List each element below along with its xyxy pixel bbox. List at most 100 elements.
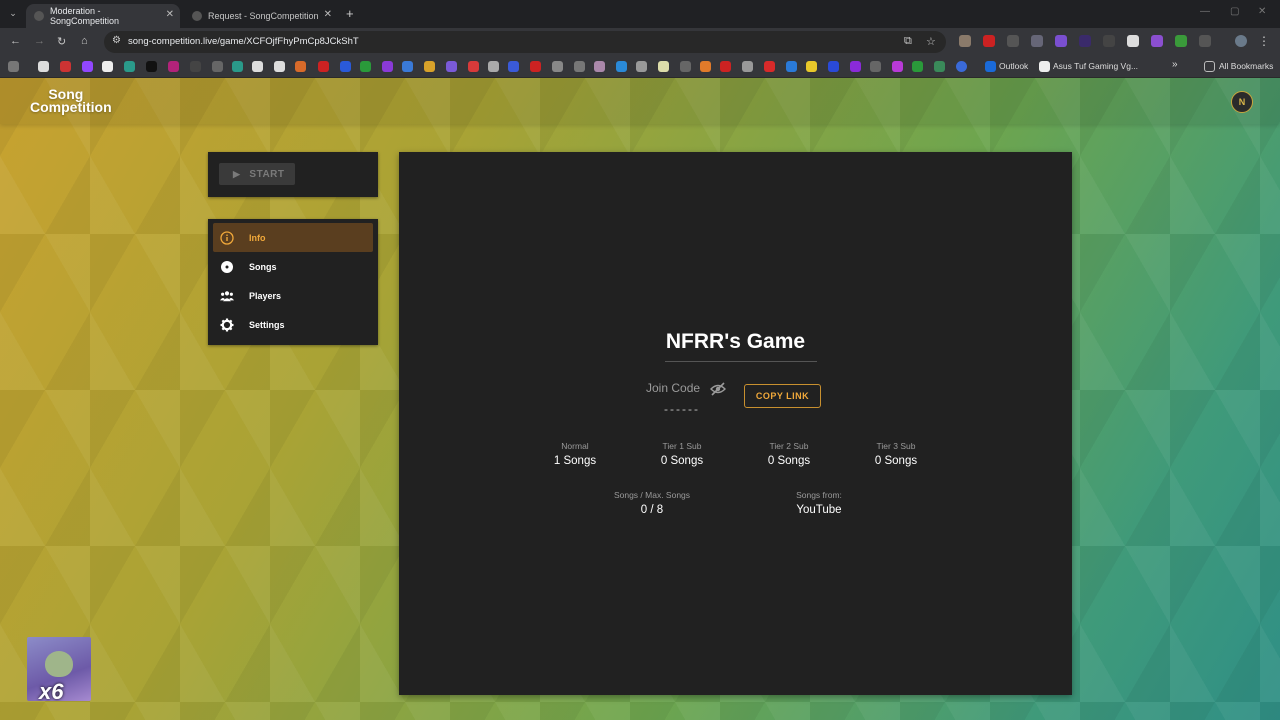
stat-value: 0 / 8 (640, 504, 664, 516)
new-tab-button[interactable]: + (346, 6, 354, 21)
globe-icon[interactable] (956, 61, 967, 72)
bookmark-favicon[interactable] (616, 61, 627, 72)
extension-icon[interactable] (1079, 35, 1091, 47)
user-avatar[interactable]: N (1231, 91, 1253, 113)
menu-item-players[interactable]: Players (213, 281, 373, 310)
bookmark-favicon[interactable] (552, 61, 563, 72)
bookmark-favicon[interactable] (340, 61, 351, 72)
bookmark-favicon[interactable] (934, 61, 945, 72)
apps-grid-icon[interactable] (8, 61, 19, 72)
extension-icon[interactable] (959, 35, 971, 47)
bookmark-favicon[interactable] (102, 61, 113, 72)
bookmark-favicon[interactable] (658, 61, 669, 72)
extension-icon[interactable] (1151, 35, 1163, 47)
bookmark-favicon[interactable] (124, 61, 135, 72)
menu-item-label: Players (249, 290, 282, 301)
bookmark-favicon[interactable] (892, 61, 903, 72)
extension-icon[interactable] (1055, 35, 1067, 47)
bookmark-favicon[interactable] (742, 61, 753, 72)
extension-icon[interactable] (1175, 35, 1187, 47)
start-label: START (249, 168, 285, 180)
bookmark-favicon[interactable] (636, 61, 647, 72)
all-bookmarks[interactable]: All Bookmarks (1219, 61, 1273, 71)
bookmark-favicon[interactable] (402, 61, 413, 72)
copy-link-button[interactable]: COPY LINK (744, 384, 821, 408)
bookmark-favicon[interactable] (468, 61, 479, 72)
site-info-icon[interactable]: ⚙ (112, 35, 121, 46)
bookmark-favicon[interactable] (146, 61, 157, 72)
stat-label: Songs from: (796, 490, 842, 500)
mute-icon[interactable] (1103, 35, 1115, 47)
bookmark-favicon[interactable] (212, 61, 223, 72)
bookmark-favicon[interactable] (700, 61, 711, 72)
bookmark-favicon[interactable] (786, 61, 797, 72)
extension-icon[interactable] (1127, 35, 1139, 47)
close-icon[interactable]: ✕ (324, 9, 332, 20)
bookmark-favicon[interactable] (274, 61, 285, 72)
bookmark-favicon[interactable] (574, 61, 585, 72)
minimize-icon[interactable]: — (1200, 6, 1210, 17)
install-app-icon[interactable]: ⧉ (904, 35, 912, 48)
address-bar[interactable]: ⚙ song-competition.live/game/XCFOjfFhyPm… (104, 31, 946, 53)
tab-moderation[interactable]: Moderation - SongCompetition ✕ (26, 4, 180, 28)
menu-item-songs[interactable]: Songs (213, 252, 373, 281)
bookmark-favicon[interactable] (252, 61, 263, 72)
start-button[interactable]: ▶ START (219, 163, 295, 185)
bookmark-asus[interactable]: Asus Tuf Gaming Vg... (1053, 61, 1138, 71)
group-icon (220, 289, 234, 303)
bookmark-favicon[interactable] (912, 61, 923, 72)
bookmarks-overflow-icon[interactable]: » (1172, 59, 1178, 70)
bookmark-favicon[interactable] (680, 61, 691, 72)
window-close-icon[interactable]: ✕ (1258, 6, 1266, 17)
bookmark-outlook[interactable]: Outlook (999, 61, 1028, 71)
bookmark-favicon[interactable] (360, 61, 371, 72)
bookmark-favicon[interactable] (446, 61, 457, 72)
reload-icon[interactable]: ↻ (57, 35, 66, 48)
extension-icon[interactable] (983, 35, 995, 47)
url-text[interactable]: song-competition.live/game/XCFOjfFhyPmCp… (128, 36, 359, 47)
maximize-icon[interactable]: ▢ (1230, 6, 1239, 17)
tab-request[interactable]: Request - SongCompetition ✕ (184, 4, 338, 28)
bookmark-favicon[interactable] (850, 61, 861, 72)
amazon-icon[interactable] (1039, 61, 1050, 72)
eye-off-icon[interactable] (710, 382, 726, 396)
bookmark-favicon[interactable] (38, 61, 49, 72)
bookmark-favicon[interactable] (488, 61, 499, 72)
bookmark-favicon[interactable] (232, 61, 243, 72)
forward-icon[interactable]: → (34, 35, 45, 47)
bookmark-favicon[interactable] (190, 61, 201, 72)
tab-search-icon[interactable]: ⌄ (6, 6, 20, 20)
bookmark-favicon[interactable] (806, 61, 817, 72)
extension-icon[interactable] (1031, 35, 1043, 47)
bookmark-favicon[interactable] (720, 61, 731, 72)
menu-item-info[interactable]: Info (213, 223, 373, 252)
bookmark-favicon[interactable] (764, 61, 775, 72)
bookmark-favicon[interactable] (530, 61, 541, 72)
extensions-puzzle-icon[interactable] (1199, 35, 1211, 47)
bookmark-favicon[interactable] (508, 61, 519, 72)
bookmark-favicon[interactable] (168, 61, 179, 72)
bookmark-favicon[interactable] (424, 61, 435, 72)
bookmark-favicon[interactable] (295, 61, 306, 72)
bookmark-favicon[interactable] (828, 61, 839, 72)
play-icon: ▶ (233, 168, 241, 179)
bookmark-favicon[interactable] (60, 61, 71, 72)
more-options-icon[interactable]: ⋮ (1258, 34, 1270, 48)
extension-icon[interactable] (1007, 35, 1019, 47)
song-competition-logo[interactable]: Song Competition (30, 87, 112, 114)
side-menu: Info Songs Players Settings (208, 219, 378, 345)
menu-item-settings[interactable]: Settings (213, 310, 373, 339)
profile-icon[interactable] (1235, 35, 1247, 47)
bookmark-star-icon[interactable]: ☆ (926, 35, 936, 48)
bookmark-favicon[interactable] (382, 61, 393, 72)
join-code-value: ------ (664, 402, 700, 416)
stat-song-source: Songs from: YouTube (759, 490, 879, 516)
home-icon[interactable]: ⌂ (81, 35, 88, 47)
close-icon[interactable]: ✕ (166, 9, 174, 20)
back-icon[interactable]: ← (10, 35, 21, 47)
bookmark-favicon[interactable] (82, 61, 93, 72)
bookmark-favicon[interactable] (318, 61, 329, 72)
outlook-icon[interactable] (985, 61, 996, 72)
bookmark-favicon[interactable] (870, 61, 881, 72)
bookmark-favicon[interactable] (594, 61, 605, 72)
